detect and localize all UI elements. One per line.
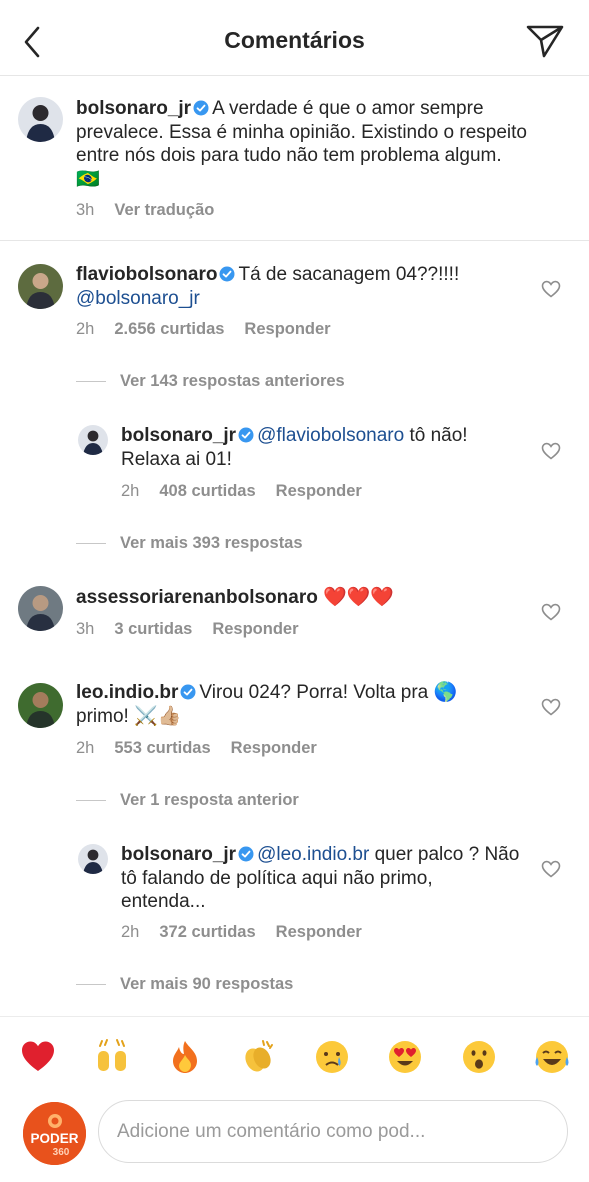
svg-text:PODER: PODER <box>30 1131 78 1146</box>
paper-plane-icon <box>526 25 564 58</box>
current-user-avatar[interactable]: PODER 360 <box>23 1102 86 1165</box>
top-bar: Comentários <box>0 0 589 76</box>
surprised-face-emoji[interactable] <box>461 1039 497 1075</box>
like-heart-icon[interactable] <box>541 280 561 298</box>
raising-hands-emoji[interactable] <box>94 1039 130 1075</box>
username[interactable]: flaviobolsonaro <box>76 264 217 285</box>
timestamp: 2h <box>121 482 140 500</box>
comment-text: leo.indio.br Virou 024? Porra! Volta pra … <box>76 681 526 728</box>
username[interactable]: bolsonaro_jr <box>121 844 236 865</box>
timestamp: 2h <box>76 320 95 338</box>
username[interactable]: assessoriarenanbolsonaro <box>76 587 318 608</box>
verified-badge-icon <box>193 100 209 116</box>
globe-emoji: 🌎 <box>433 682 458 703</box>
page-title: Comentários <box>224 27 365 53</box>
translate-link[interactable]: Ver tradução <box>114 201 214 219</box>
share-button[interactable] <box>524 22 566 60</box>
fire-emoji[interactable] <box>167 1039 203 1075</box>
verified-badge-icon <box>238 427 254 443</box>
like-heart-icon[interactable] <box>541 860 561 878</box>
like-heart-icon[interactable] <box>541 442 561 460</box>
comment-meta: 2h 2.656 curtidas Responder <box>76 320 331 339</box>
tears-of-joy-emoji[interactable] <box>534 1039 570 1075</box>
mention-link[interactable]: @bolsonaro_jr <box>76 288 200 309</box>
timestamp: 2h <box>121 923 140 941</box>
poder360-logo: PODER 360 <box>23 1102 86 1165</box>
heart-eyes-emoji[interactable] <box>387 1039 423 1075</box>
username[interactable]: bolsonaro_jr <box>76 98 191 119</box>
comment-body-cont: primo! <box>76 705 129 727</box>
verified-badge-icon <box>238 846 254 862</box>
like-count[interactable]: 553 curtidas <box>114 739 210 757</box>
view-previous-replies[interactable]: Ver 143 respostas anteriores <box>76 372 345 391</box>
quick-reaction-bar <box>0 1016 589 1096</box>
view-more-replies[interactable]: Ver mais 90 respostas <box>76 975 293 994</box>
reply-button[interactable]: Responder <box>244 320 330 338</box>
reply-text: bolsonaro_jr @flaviobolsonaro tô não! Rel… <box>121 424 531 471</box>
timestamp: 3h <box>76 201 95 219</box>
reply-text: bolsonaro_jr @leo.indio.br quer palco ? N… <box>121 843 521 914</box>
avatar[interactable] <box>78 425 108 455</box>
reply-button[interactable]: Responder <box>276 482 362 500</box>
comment-text: assessoriarenanbolsonaro ❤️❤️❤️ <box>76 586 526 610</box>
caption-meta: 3h Ver tradução <box>76 201 214 220</box>
avatar[interactable] <box>18 264 63 309</box>
hearts-emoji: ❤️❤️❤️ <box>323 587 395 608</box>
post-caption: bolsonaro_jr A verdade é que o amor sempr… <box>0 77 589 241</box>
like-heart-icon[interactable] <box>541 603 561 621</box>
view-previous-replies[interactable]: Ver 1 resposta anterior <box>76 791 299 810</box>
reply-meta: 2h 372 curtidas Responder <box>121 923 362 942</box>
reply-button[interactable]: Responder <box>231 739 317 757</box>
red-heart-emoji[interactable] <box>20 1039 56 1075</box>
svg-text:360: 360 <box>53 1147 70 1158</box>
view-more-replies[interactable]: Ver mais 393 respostas <box>76 534 303 553</box>
brazil-flag-emoji: 🇧🇷 <box>76 168 100 190</box>
like-heart-icon[interactable] <box>541 698 561 716</box>
comment-body: Virou 024? Porra! Volta pra <box>199 682 429 703</box>
comment-input[interactable] <box>98 1100 568 1163</box>
avatar[interactable] <box>18 97 63 142</box>
swords-thumbs-emoji: ⚔️👍🏼 <box>134 705 182 727</box>
like-count[interactable]: 408 curtidas <box>159 482 255 500</box>
like-count[interactable]: 2.656 curtidas <box>114 320 224 338</box>
timestamp: 3h <box>76 620 95 638</box>
reply-button[interactable]: Responder <box>212 620 298 638</box>
timestamp: 2h <box>76 739 95 757</box>
clapping-hands-emoji[interactable] <box>240 1039 276 1075</box>
comment-text: flaviobolsonaro Tá de sacanagem 04??!!!! … <box>76 263 526 310</box>
crying-face-emoji[interactable] <box>314 1039 350 1075</box>
mention-link[interactable]: @flaviobolsonaro <box>257 425 404 446</box>
reply-button[interactable]: Responder <box>276 923 362 941</box>
avatar[interactable] <box>18 586 63 631</box>
verified-badge-icon <box>219 266 235 282</box>
avatar[interactable] <box>78 844 108 874</box>
comment-body: Tá de sacanagem 04??!!!! <box>238 264 460 285</box>
verified-badge-icon <box>180 684 196 700</box>
username[interactable]: leo.indio.br <box>76 682 178 703</box>
reply-meta: 2h 408 curtidas Responder <box>121 482 362 501</box>
comment-meta: 3h 3 curtidas Responder <box>76 620 299 639</box>
caption-text: bolsonaro_jr A verdade é que o amor sempr… <box>76 97 566 191</box>
username[interactable]: bolsonaro_jr <box>121 425 236 446</box>
avatar[interactable] <box>18 683 63 728</box>
like-count[interactable]: 372 curtidas <box>159 923 255 941</box>
like-count[interactable]: 3 curtidas <box>114 620 192 638</box>
mention-link[interactable]: @leo.indio.br <box>257 844 369 865</box>
comment-meta: 2h 553 curtidas Responder <box>76 739 317 758</box>
